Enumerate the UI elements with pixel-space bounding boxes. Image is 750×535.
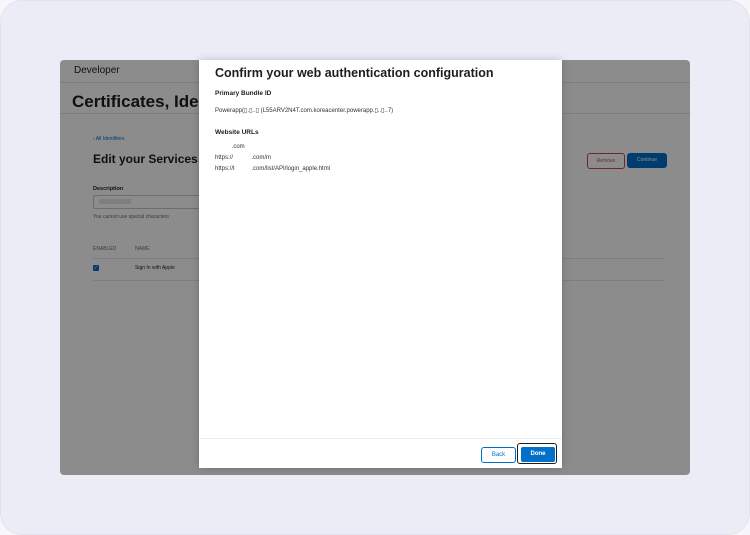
bundle-id-value: Powerapp(▯.▯..▯ (L55ARV2N4T.com.koreacen… [215,108,394,114]
website-url: .com [215,144,245,150]
done-button[interactable]: Done [521,447,555,462]
dialog-title: Confirm your web authentication configur… [215,66,494,80]
bundle-id-label: Primary Bundle ID [215,90,272,97]
website-urls-label: Website URLs [215,129,259,136]
website-url: https://t .com/list/API/login_apple.html [215,166,331,172]
dialog-footer-divider [199,438,562,439]
confirm-dialog: Confirm your web authentication configur… [199,60,562,468]
website-url: https:// .com/m [215,155,272,161]
back-button[interactable]: Back [481,447,516,463]
